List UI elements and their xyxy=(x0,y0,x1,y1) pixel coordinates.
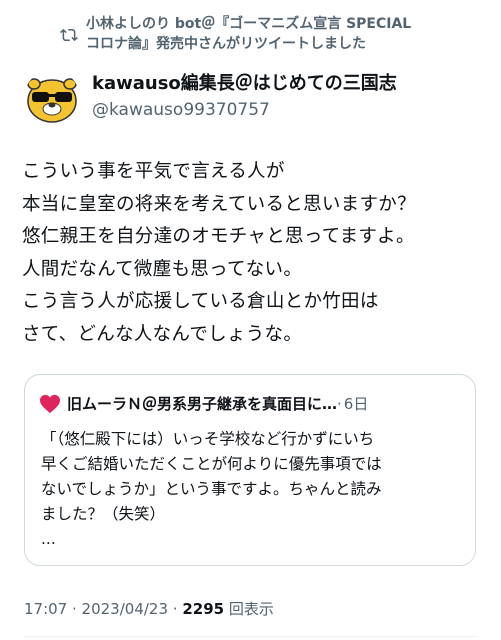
quote-ellipsis: ... xyxy=(41,530,56,548)
tweet-time[interactable]: 17:07 xyxy=(24,600,67,618)
quote-line: 早くご結婚いただくことが何よりに優先事項では xyxy=(41,455,382,473)
quote-separator: · xyxy=(337,394,342,413)
tweet-meta: 17:07 · 2023/04/23 · 2295 回表示 xyxy=(24,598,274,619)
author-block[interactable]: kawauso編集長＠はじめての三国志 @kawauso99370757 xyxy=(92,72,397,122)
retweet-line-2: コロナ論』発売中さんがリツイートしました xyxy=(86,36,366,52)
quote-header: 旧ムーラＮ＠男系男子継承を真面目に… · 6日 xyxy=(39,393,368,414)
heart-icon xyxy=(40,394,60,413)
tweet-date[interactable]: 2023/04/23 xyxy=(82,600,168,618)
meta-separator: · xyxy=(67,600,82,618)
avatar[interactable] xyxy=(24,70,80,126)
tweet-line: 悠仁親王を自分達のオモチャと思ってますよ。 xyxy=(22,226,415,247)
quote-line: ました？（失笑） xyxy=(41,505,166,523)
quote-timestamp[interactable]: 6日 xyxy=(344,393,369,414)
tweet-line: さて、どんな人なんでしょうな。 xyxy=(22,323,303,345)
view-label: 回表示 xyxy=(224,600,274,618)
meta-separator: · xyxy=(168,600,183,618)
tweet-line: こう言う人が応援している倉山とか竹田は xyxy=(22,291,379,312)
retweet-context[interactable]: 小林よしのり bot＠『ゴーマニズム宣言 SPECIAL コロナ論』発売中さんが… xyxy=(60,14,482,54)
otter-avatar-icon xyxy=(24,70,80,126)
tweet-line: こういう事を平気で言える人が xyxy=(22,161,285,182)
tweet-line: 本当に皇室の将来を考えていると思いますか？ xyxy=(22,193,416,215)
retweet-line-1: 小林よしのり bot＠『ゴーマニズム宣言 SPECIAL xyxy=(86,16,412,32)
tweet-line: 人間だなんて微塵も思ってない。 xyxy=(22,258,303,280)
quote-line: 「（悠仁殿下には）いっそ学校など行かずにいち xyxy=(41,430,375,448)
user-handle[interactable]: @kawauso99370757 xyxy=(92,98,397,122)
retweet-icon xyxy=(60,28,78,42)
quote-author-name[interactable]: 旧ムーラＮ＠男系男子継承を真面目に… xyxy=(67,393,337,414)
quote-text: 「（悠仁殿下には）いっそ学校など行かずにいち 早くご結婚いただくことが何よりに優… xyxy=(41,427,461,552)
retweet-label: 小林よしのり bot＠『ゴーマニズム宣言 SPECIAL コロナ論』発売中さんが… xyxy=(86,14,411,54)
display-name[interactable]: kawauso編集長＠はじめての三国志 xyxy=(92,72,397,96)
quoted-tweet-card[interactable]: 旧ムーラＮ＠男系男子継承を真面目に… · 6日 「（悠仁殿下には）いっそ学校など… xyxy=(24,374,476,566)
tweet-text: こういう事を平気で言える人が 本当に皇室の将来を考えていると思いますか？ 悠仁親… xyxy=(22,156,482,351)
view-count: 2295 xyxy=(182,600,225,618)
divider xyxy=(24,636,477,637)
quote-line: ないでしょうか」という事ですよ。ちゃんと読み xyxy=(41,480,382,498)
